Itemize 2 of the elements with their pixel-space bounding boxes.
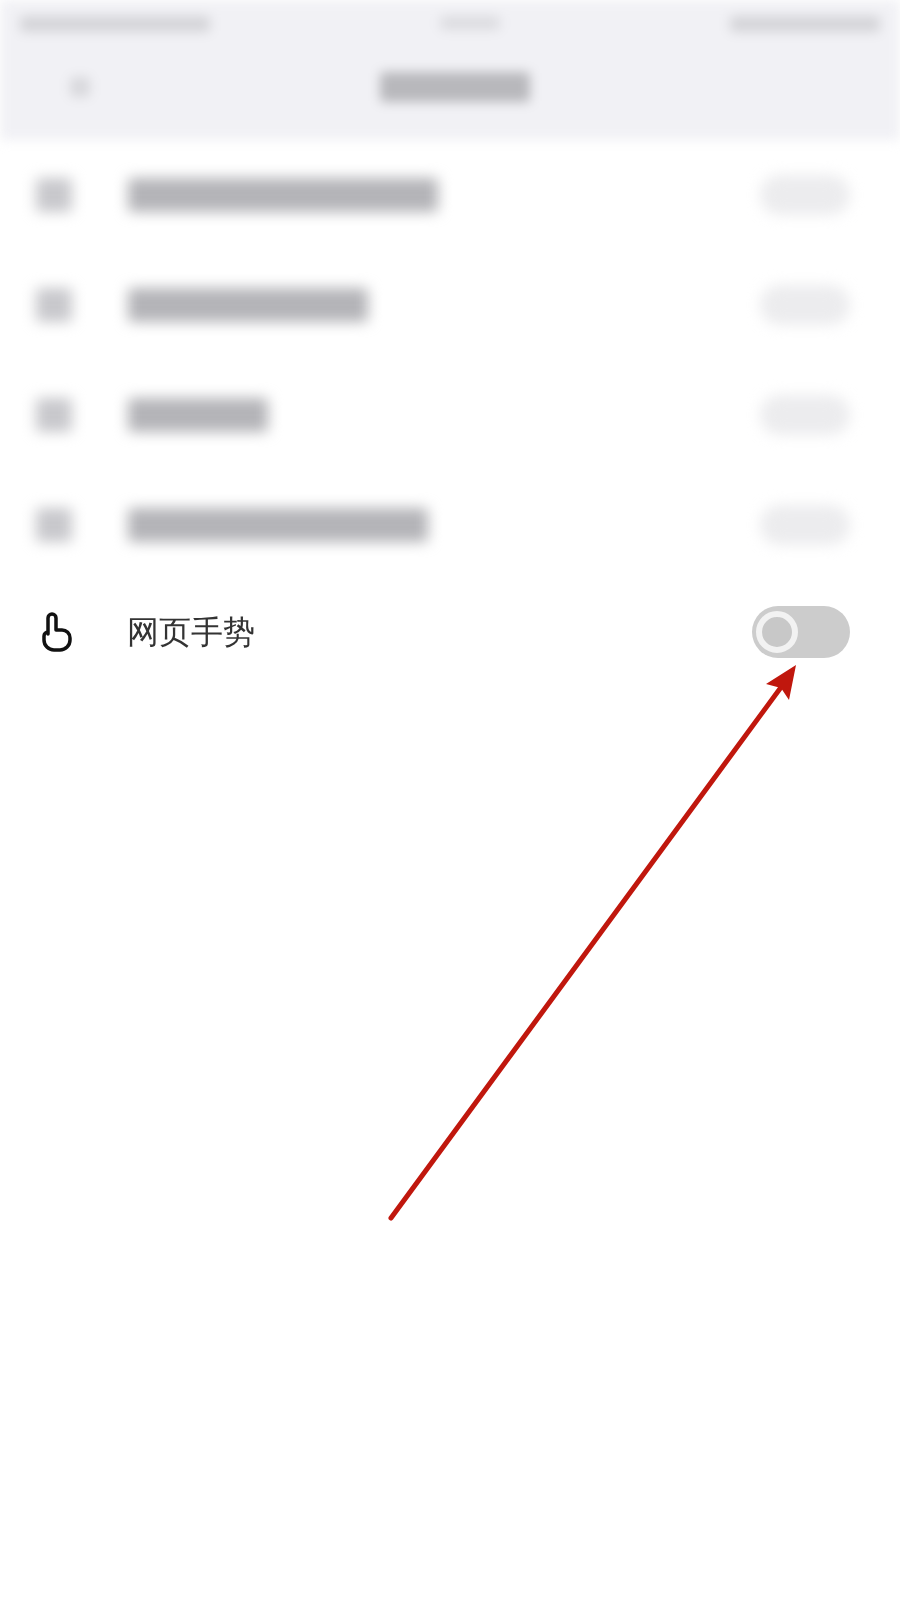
- setting-label: 网页手势: [127, 613, 255, 652]
- toggle-switch[interactable]: [752, 606, 850, 658]
